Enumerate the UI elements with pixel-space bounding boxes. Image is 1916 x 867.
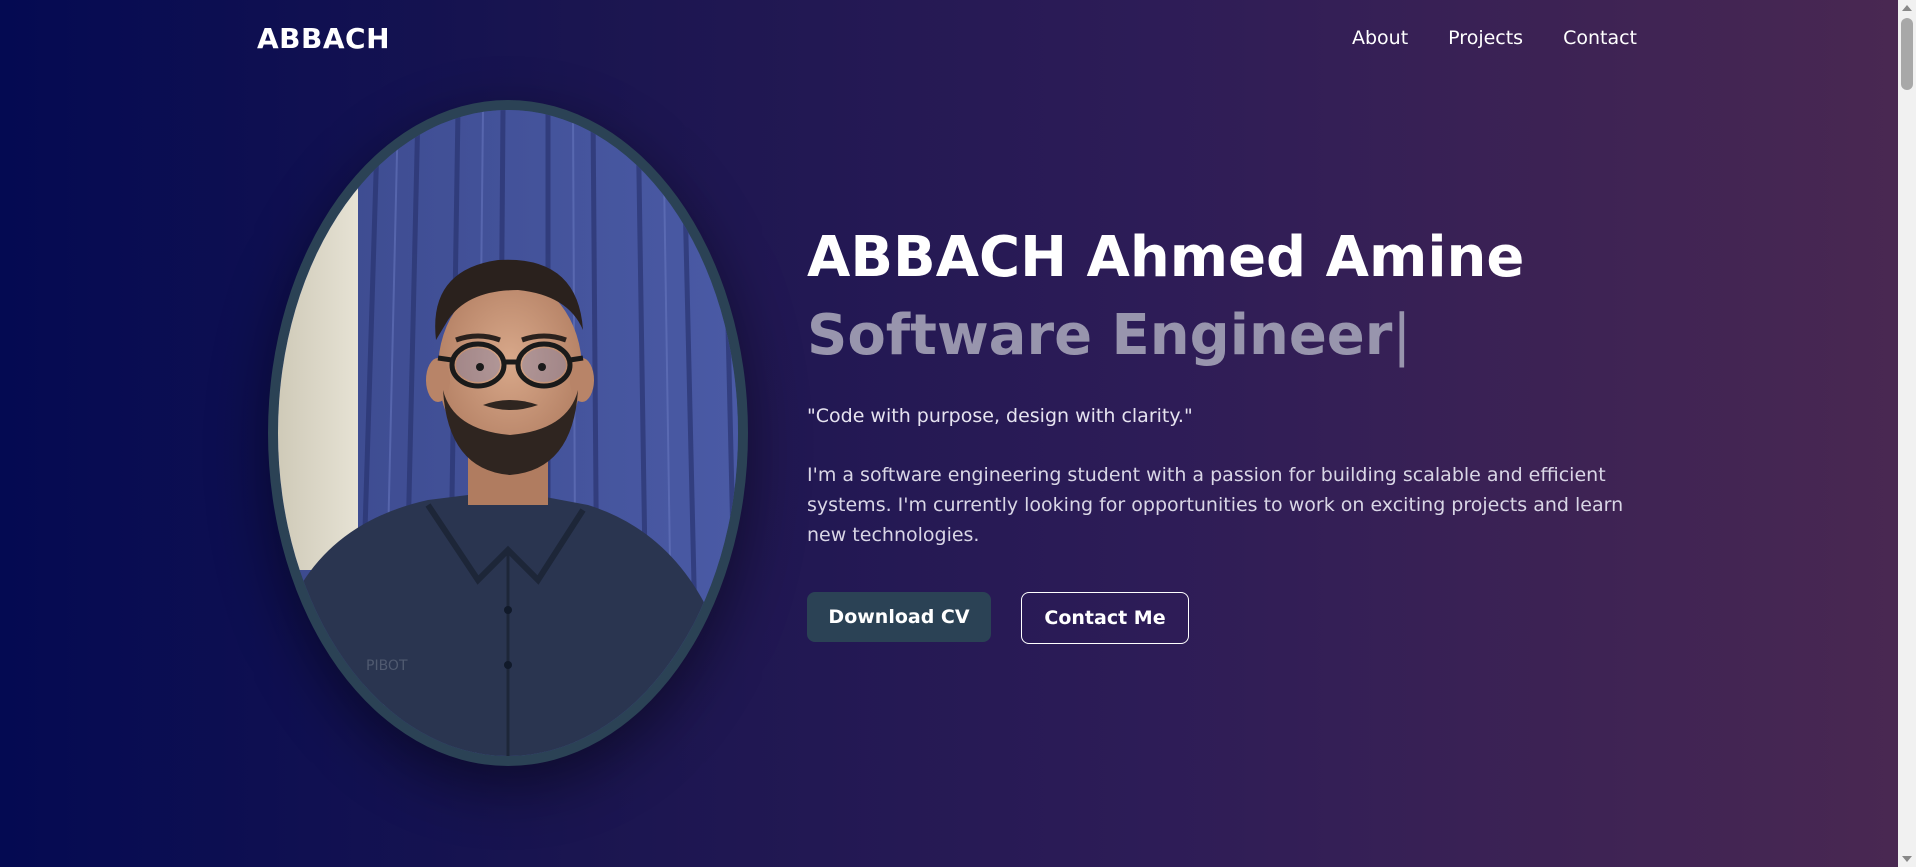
nav-link-contact[interactable]: Contact [1563,27,1637,49]
scroll-thumb[interactable] [1901,18,1913,90]
hero-section: ABBACH Ahmed Amine Software Engineer| "C… [807,222,1667,550]
contact-me-button[interactable]: Contact Me [1021,592,1189,644]
typing-cursor: | [1392,303,1412,368]
nav-link-about[interactable]: About [1352,27,1408,49]
hero-name: ABBACH Ahmed Amine [807,225,1525,290]
top-nav: ABBACH About Projects Contact [257,20,1637,60]
hero-actions: Download CV Contact Me [807,592,1189,644]
scroll-down-arrow-icon[interactable] [1898,851,1916,867]
nav-link-projects[interactable]: Projects [1448,27,1523,49]
svg-text:PIBOT: PIBOT [366,658,408,674]
page: ABBACH About Projects Contact PIBOT ABBA… [0,0,1898,867]
download-cv-button[interactable]: Download CV [807,592,991,642]
hero-bio: I'm a software engineering student with … [807,464,1624,546]
brand-logo[interactable]: ABBACH [257,22,390,55]
profile-photo: PIBOT [268,100,748,766]
hero-quote: "Code with purpose, design with clarity.… [807,405,1193,427]
hero-role: Software Engineer| [807,294,1667,378]
hero-role-text: Software Engineer [807,303,1393,368]
scroll-up-arrow-icon[interactable] [1898,0,1916,16]
vertical-scrollbar[interactable] [1898,0,1916,867]
nav-links: About Projects Contact [1352,27,1637,49]
